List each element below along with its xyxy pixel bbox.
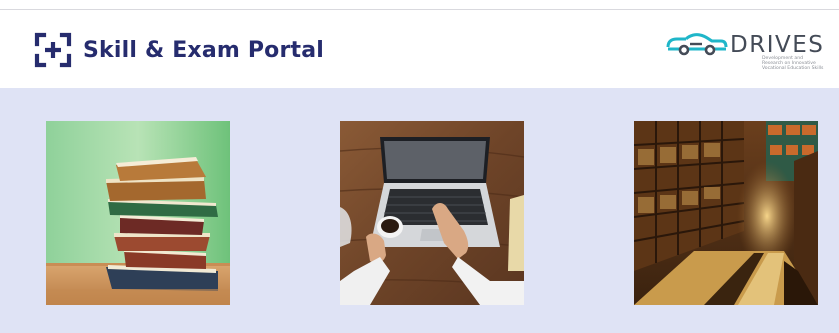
image-gallery: [0, 88, 839, 333]
drives-logo[interactable]: DRIVES Development and Research on Innov…: [666, 30, 826, 82]
car-link-icon: [666, 33, 728, 56]
library-interior-picture: [634, 121, 818, 305]
library-image: [634, 121, 818, 305]
books-image: [46, 121, 230, 305]
laptop-image: [340, 121, 524, 305]
laptop-and-coffee-picture: [340, 121, 524, 305]
drives-tagline: Development and Research on Innovative V…: [762, 56, 824, 72]
page-title: Skill & Exam Portal: [83, 37, 325, 63]
portal-header: Skill & Exam Portal DRIVES Development a…: [0, 10, 839, 88]
plus-bracket-icon: [34, 32, 72, 68]
portal-brand[interactable]: Skill & Exam Portal: [34, 32, 324, 68]
drives-wordmark: DRIVES: [730, 32, 825, 58]
stack-of-books-picture: [46, 121, 230, 305]
